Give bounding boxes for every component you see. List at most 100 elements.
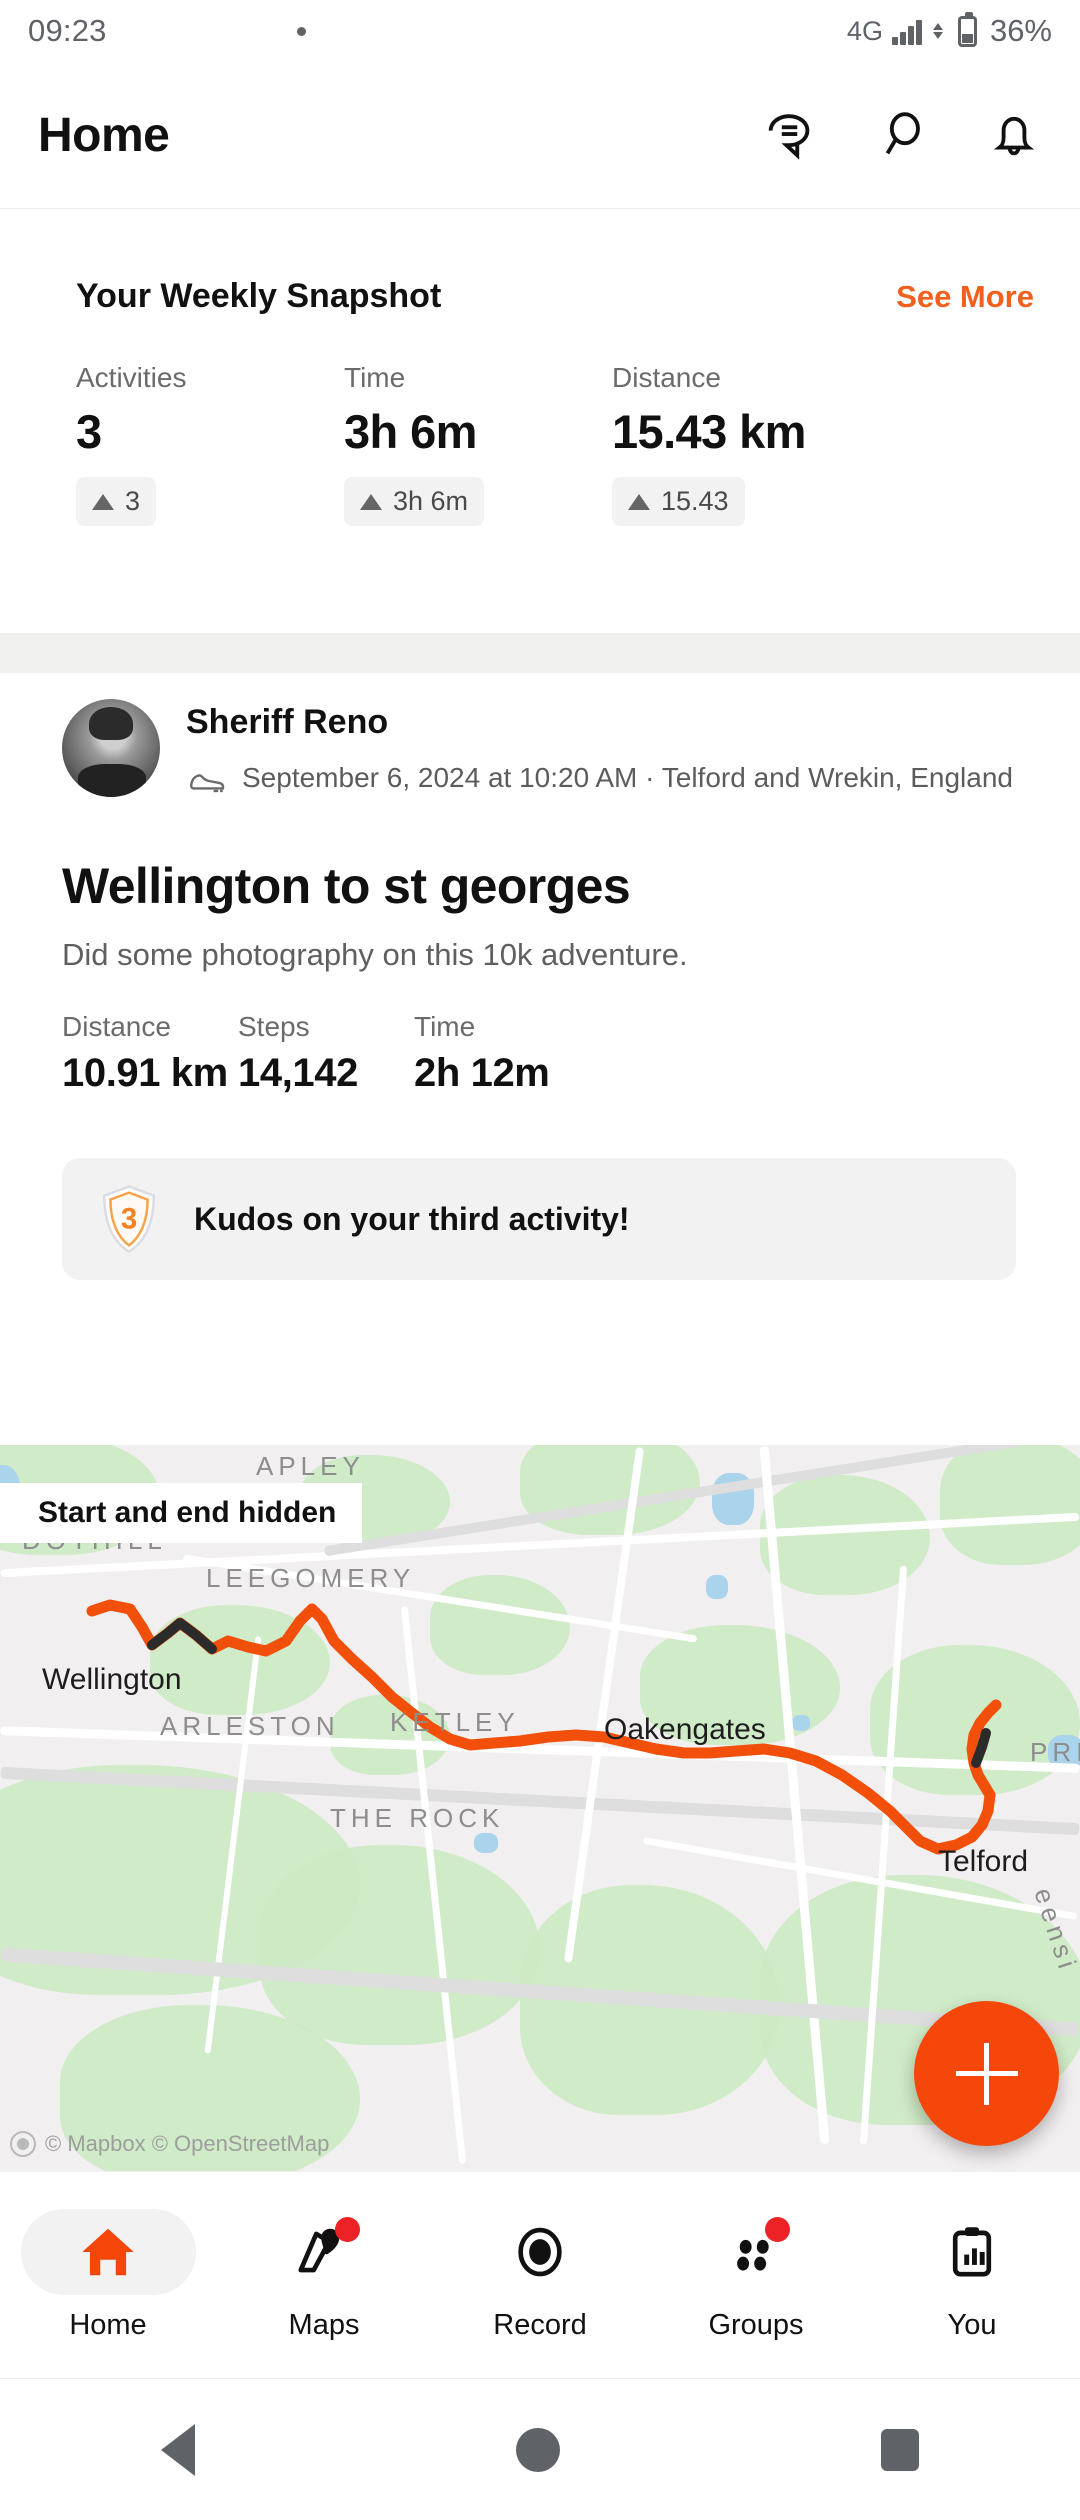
plus-icon <box>984 2042 989 2105</box>
signal-strength-icon <box>891 18 922 45</box>
home-icon <box>20 2208 196 2295</box>
map-route-icon <box>237 2209 412 2295</box>
battery-icon <box>957 11 977 47</box>
back-button[interactable] <box>160 2423 195 2476</box>
add-activity-button[interactable] <box>914 2001 1059 2146</box>
nav-item-you[interactable]: You <box>864 2209 1080 2342</box>
stat-label: Distance <box>62 1011 171 1042</box>
app-bar: Home <box>0 62 1080 209</box>
map-label: KETLEY <box>390 1707 520 1737</box>
bottom-navigation: Home Maps Record Groups You <box>0 2171 1080 2378</box>
app-bar-actions <box>758 103 1046 167</box>
weekly-snapshot-header: Your Weekly Snapshot See More <box>0 209 1080 316</box>
status-bar: 09:23 4G 36% <box>0 0 1080 62</box>
weekly-snapshot-stats: Activities 3 3 Time 3h 6m 3h 6m Distance… <box>0 316 1080 526</box>
section-divider <box>0 633 1080 673</box>
nav-item-groups[interactable]: Groups <box>648 2209 864 2342</box>
groups-icon <box>669 2209 844 2295</box>
recents-button[interactable] <box>881 2428 920 2471</box>
battery-percent: 36% <box>989 13 1052 48</box>
nav-item-record[interactable]: Record <box>432 2209 648 2342</box>
map-label: LEEGOMERY <box>206 1563 416 1593</box>
nav-item-home[interactable]: Home <box>0 2208 216 2342</box>
status-time: 09:23 <box>28 13 107 48</box>
weekly-snapshot-section: Your Weekly Snapshot See More Activities… <box>0 209 1080 633</box>
stat-delta-chip: 3 <box>76 477 157 526</box>
stat-label: Time <box>414 1011 476 1042</box>
notification-badge <box>764 2216 790 2242</box>
map-label: PRI <box>1030 1737 1080 1767</box>
stat-value: 10.91 km <box>62 1051 228 1095</box>
badge-number: 3 <box>121 1202 137 1235</box>
android-navigation-bar <box>0 2378 1080 2520</box>
status-bar-right: 4G 36% <box>846 11 1052 49</box>
map-attribution: © Mapbox © OpenStreetMap <box>10 2131 329 2157</box>
stat-value: 15.43 km <box>612 405 806 458</box>
nav-label: Maps <box>288 2308 360 2341</box>
stat-value: 3 <box>76 405 102 458</box>
kudos-banner[interactable]: 3 Kudos on your third activity! <box>62 1158 1016 1280</box>
stat-delta-chip: 15.43 <box>612 477 745 526</box>
messenger-icon <box>253 16 283 46</box>
search-icon[interactable] <box>870 103 934 167</box>
chat-bubble-icon <box>121 16 151 46</box>
stat-delta-chip: 3h 6m <box>344 477 485 526</box>
snapshot-stat-distance: Distance 15.43 km 15.43 <box>612 362 912 526</box>
activity-stats: Distance 10.91 km Steps 14,142 Time 2h 1… <box>0 973 1080 1096</box>
kudos-text: Kudos on your third activity! <box>194 1200 630 1237</box>
nav-item-maps[interactable]: Maps <box>216 2209 432 2342</box>
stat-value: 14,142 <box>238 1051 358 1095</box>
activity-user-name[interactable]: Sheriff Reno <box>186 703 1040 742</box>
stat-value: 2h 12m <box>414 1051 550 1095</box>
triangle-up-icon <box>628 493 650 510</box>
map-label: Wellington <box>42 1663 182 1696</box>
activity-card[interactable]: Sheriff Reno September 6, 2024 at 10:20 … <box>0 673 1080 1280</box>
home-button[interactable] <box>515 2427 560 2472</box>
messages-icon[interactable] <box>758 103 822 167</box>
activity-stat-steps: Steps 14,142 <box>238 1011 414 1096</box>
stat-label: Distance <box>612 362 721 393</box>
map-privacy-label: Start and end hidden <box>0 1483 363 1543</box>
nav-label: You <box>947 2308 997 2341</box>
see-more-link[interactable]: See More <box>896 279 1034 315</box>
notification-badge <box>334 2216 360 2242</box>
triangle-up-icon <box>92 493 114 510</box>
shield-badge-icon: 3 <box>98 1183 160 1255</box>
activity-submeta: September 6, 2024 at 10:20 AM · Telford … <box>186 760 1040 801</box>
stat-value: 3h 6m <box>344 405 477 458</box>
record-icon <box>453 2209 628 2295</box>
notifications-bell-icon[interactable] <box>982 103 1046 167</box>
nav-label: Record <box>493 2308 587 2341</box>
stat-delta-value: 3h 6m <box>393 486 469 516</box>
activity-header: Sheriff Reno September 6, 2024 at 10:20 … <box>0 673 1080 801</box>
app-screen: 09:23 4G 36% Home Your Weekly Snapshot S… <box>0 0 1080 2520</box>
map-label: Telford <box>938 1845 1029 1878</box>
map-label: Oakengates <box>604 1713 766 1746</box>
triangle-up-icon <box>360 493 382 510</box>
clipboard-chart-icon <box>885 2209 1060 2295</box>
stat-delta-value: 3 <box>125 486 141 516</box>
nav-label: Home <box>69 2308 147 2341</box>
activity-stat-distance: Distance 10.91 km <box>62 1011 238 1096</box>
network-type-label: 4G <box>846 15 883 46</box>
activity-meta: Sheriff Reno September 6, 2024 at 10:20 … <box>186 699 1040 801</box>
weekly-snapshot-title: Your Weekly Snapshot <box>76 277 442 315</box>
nav-label: Groups <box>708 2308 804 2341</box>
avatar[interactable] <box>62 699 160 797</box>
stat-label: Time <box>344 362 406 393</box>
shoe-icon <box>186 766 228 801</box>
data-transfer-icon <box>932 23 943 39</box>
mapbox-logo-icon <box>10 2131 36 2157</box>
activity-stat-time: Time 2h 12m <box>414 1011 590 1096</box>
facebook-icon <box>165 16 195 46</box>
stat-label: Activities <box>76 362 187 393</box>
stat-delta-value: 15.43 <box>661 486 729 516</box>
stat-label: Steps <box>238 1011 310 1042</box>
map-label: APLEY <box>256 1451 365 1481</box>
activity-title[interactable]: Wellington to st georges <box>0 801 1080 915</box>
map-label: THE ROCK <box>330 1803 505 1833</box>
page-title: Home <box>38 108 170 162</box>
status-bar-left: 09:23 <box>28 13 306 49</box>
map-label: ARLESTON <box>160 1711 340 1741</box>
snapshot-stat-time: Time 3h 6m 3h 6m <box>344 362 612 526</box>
